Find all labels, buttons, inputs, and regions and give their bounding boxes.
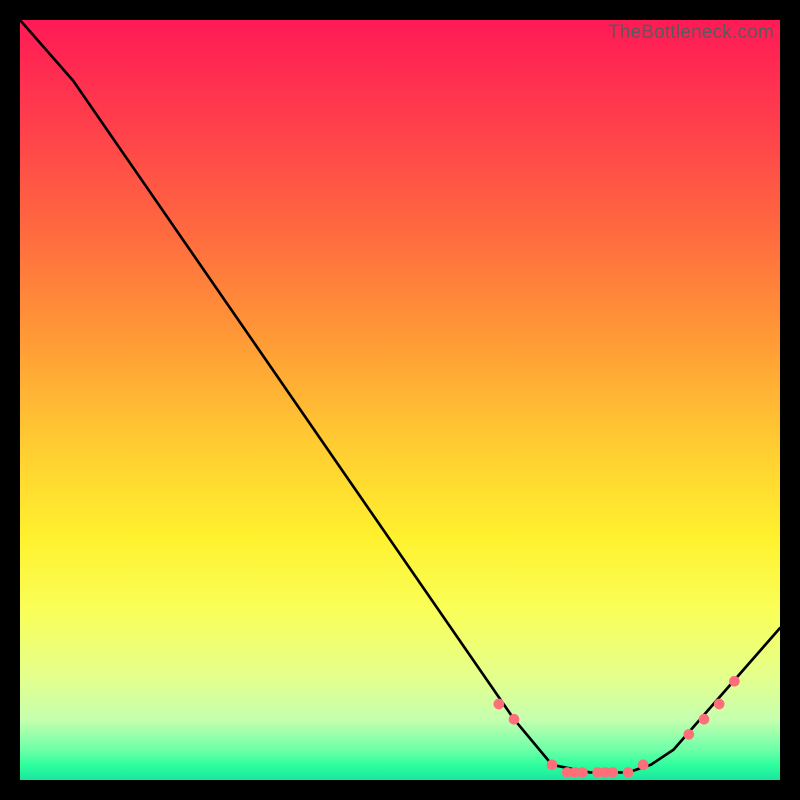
marker-dot xyxy=(607,767,618,778)
marker-dot xyxy=(547,759,558,770)
chart-plot-area: TheBottleneck.com xyxy=(20,20,780,780)
marker-dot xyxy=(699,714,710,725)
marker-dot xyxy=(729,676,740,687)
marker-dot xyxy=(577,767,588,778)
marker-dot xyxy=(623,767,634,778)
marker-group xyxy=(493,676,739,778)
chart-svg xyxy=(20,20,780,780)
bottleneck-curve-path xyxy=(20,20,780,772)
marker-dot xyxy=(714,699,725,710)
marker-dot xyxy=(638,759,649,770)
marker-dot xyxy=(509,714,520,725)
marker-dot xyxy=(493,699,504,710)
marker-dot xyxy=(683,729,694,740)
chart-frame: TheBottleneck.com xyxy=(0,0,800,800)
